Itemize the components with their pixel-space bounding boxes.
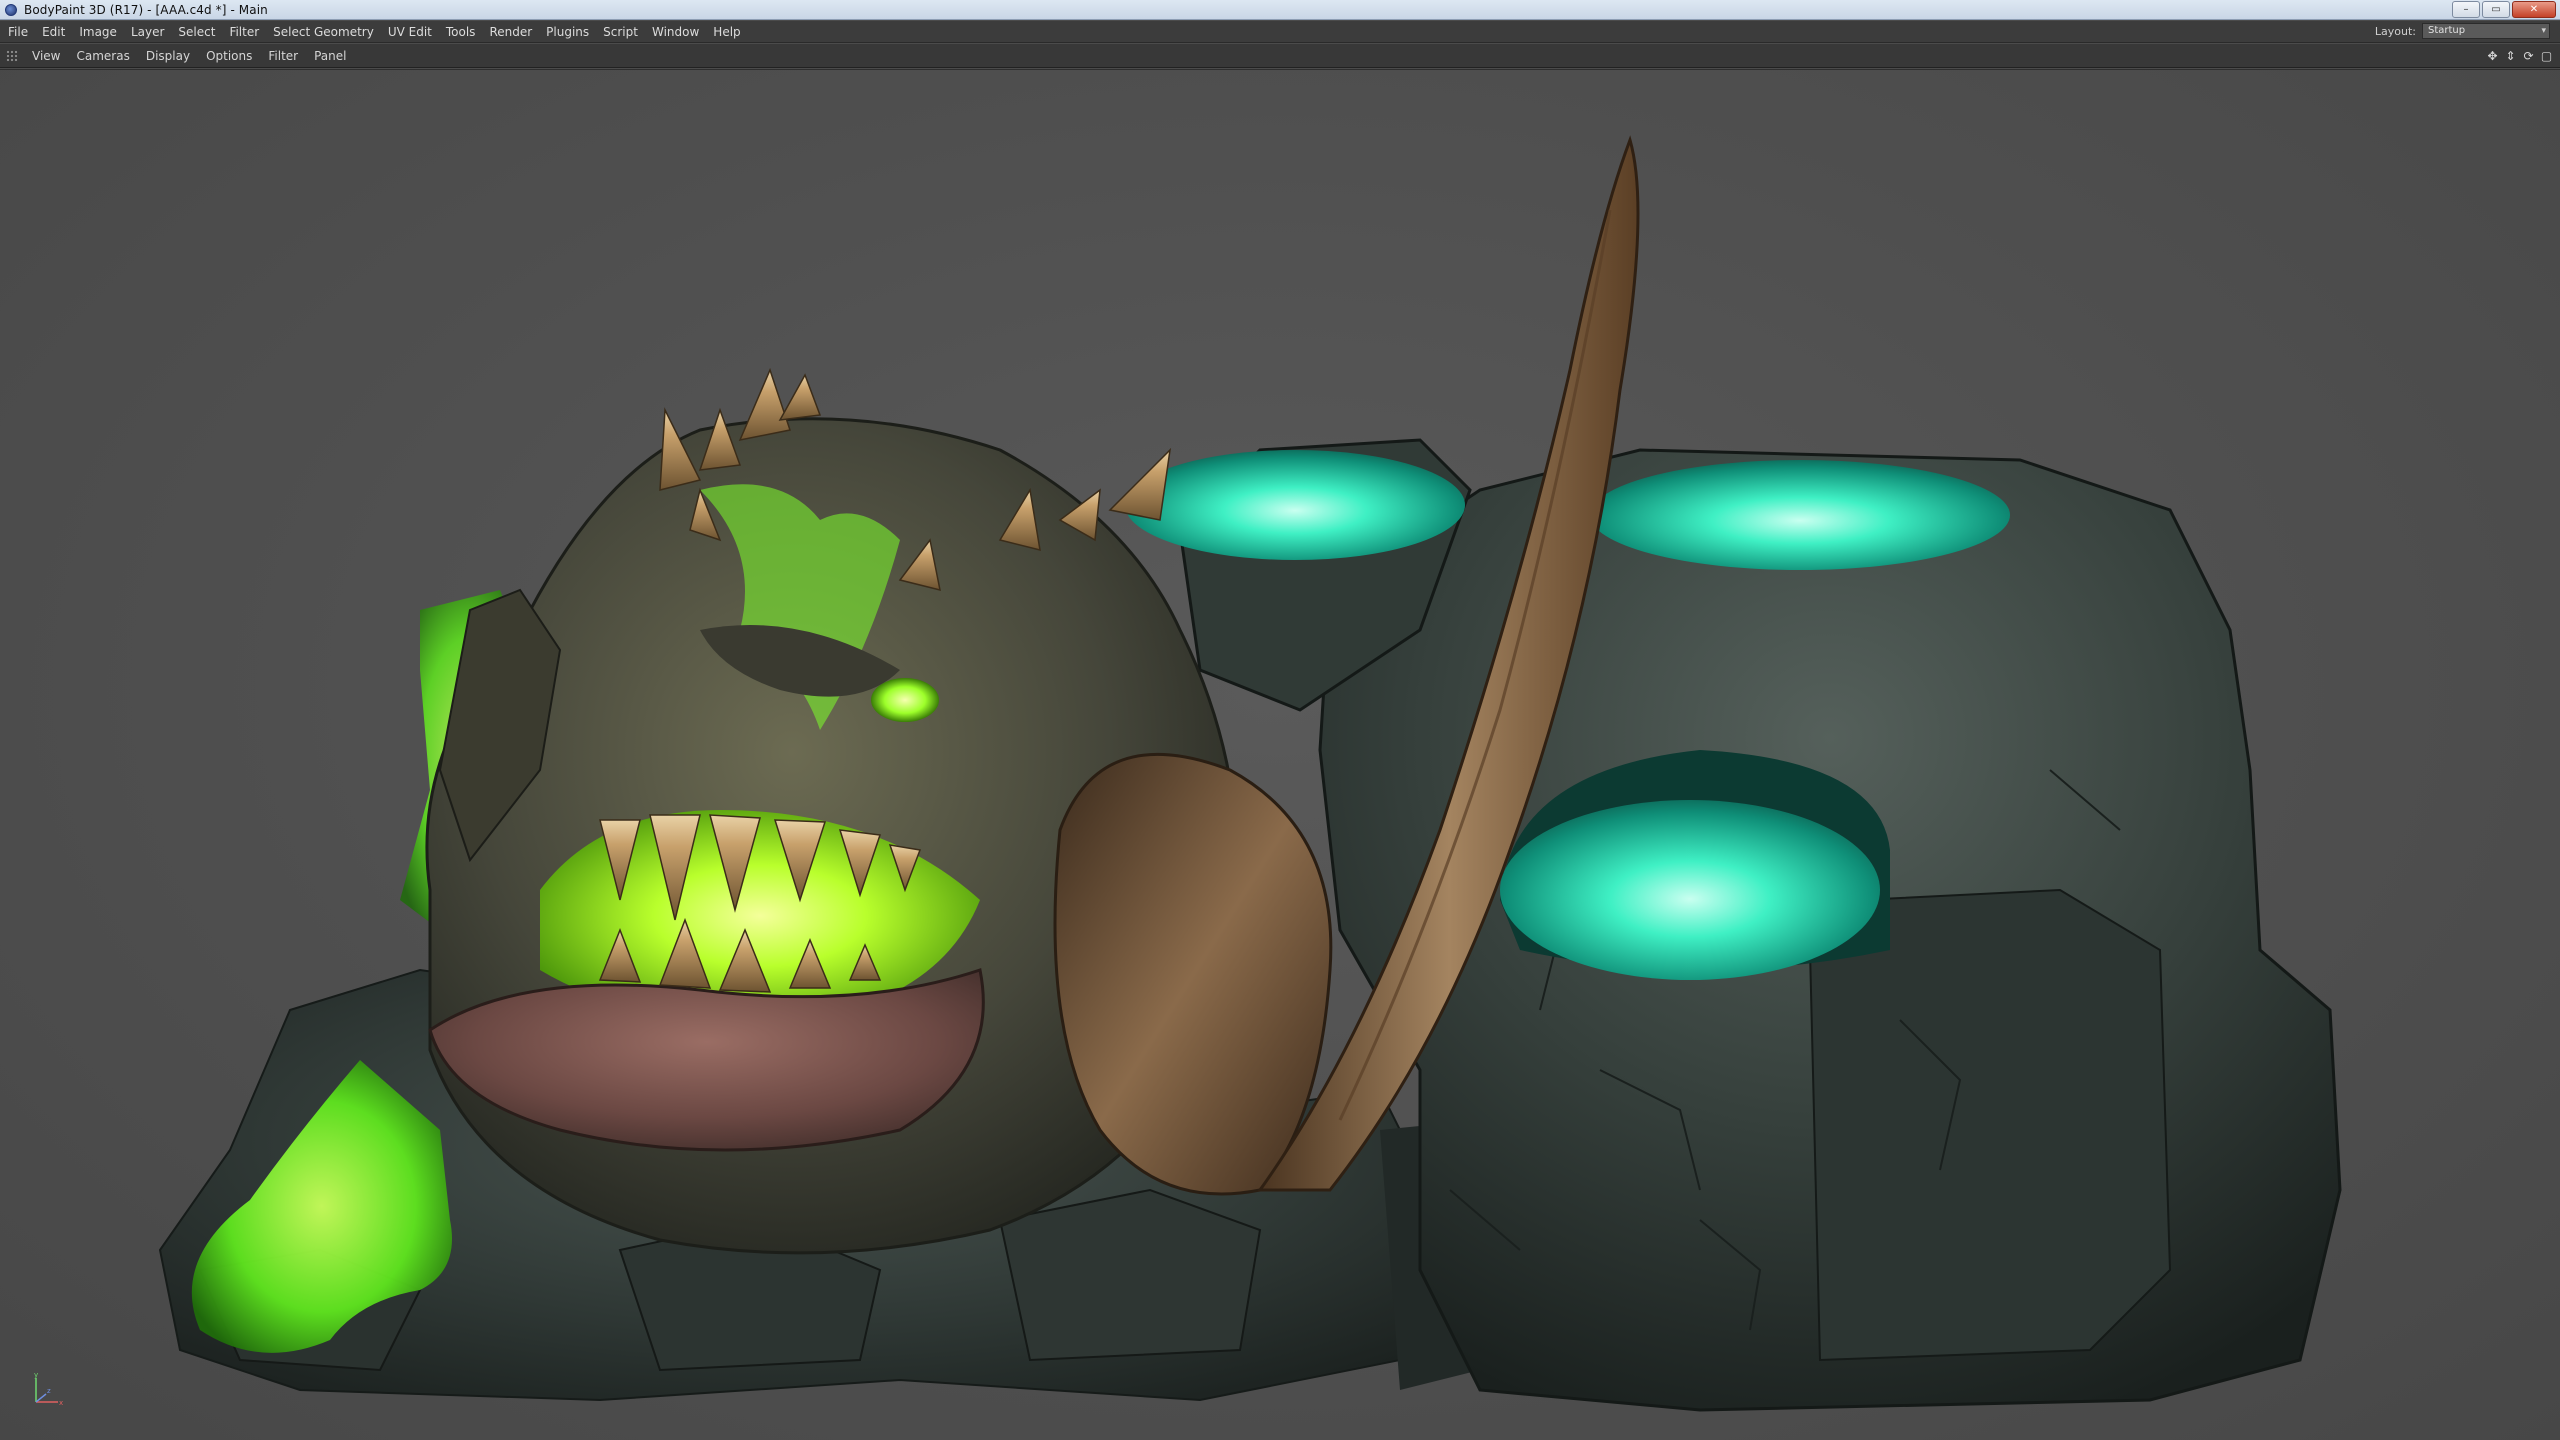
layout-label: Layout: [2374, 24, 2416, 38]
menu-plugins[interactable]: Plugins [539, 21, 596, 43]
axis-z-label: z [47, 1387, 51, 1395]
close-button[interactable]: ✕ [2512, 1, 2556, 18]
pool-back-left [1125, 450, 1465, 560]
axis-x-label: x [59, 1399, 63, 1407]
app-window: BodyPaint 3D (R17) - [AAA.c4d *] - Main … [0, 0, 2560, 1440]
scene-render [158, 135, 2342, 1412]
title-bar: BodyPaint 3D (R17) - [AAA.c4d *] - Main … [0, 0, 2560, 20]
menu-file[interactable]: File [0, 21, 35, 43]
maximize-button[interactable]: ▭ [2482, 1, 2510, 18]
maximize-view-icon[interactable]: ▢ [2539, 48, 2554, 63]
rotate-icon[interactable]: ⟳ [2521, 48, 2536, 63]
menu-select-geometry[interactable]: Select Geometry [266, 21, 381, 43]
3d-viewport[interactable]: y x z [0, 69, 2560, 1440]
menu-script[interactable]: Script [596, 21, 645, 43]
window-controls: – ▭ ✕ [2452, 1, 2556, 18]
viewport-menu-options[interactable]: Options [198, 44, 260, 68]
minimize-button[interactable]: – [2452, 1, 2480, 18]
menu-edit[interactable]: Edit [35, 21, 72, 43]
menu-render[interactable]: Render [482, 21, 539, 43]
panel-grip-icon[interactable] [6, 49, 18, 62]
layout-switcher: Layout: Startup ▾ [2375, 23, 2550, 39]
menu-window[interactable]: Window [645, 21, 706, 43]
move-icon[interactable]: ✥ [2485, 48, 2500, 63]
menu-layer[interactable]: Layer [124, 21, 171, 43]
layout-value: Startup [2428, 25, 2466, 36]
main-menu-bar: File Edit Image Layer Select Filter Sele… [0, 21, 2560, 43]
menu-image[interactable]: Image [72, 21, 124, 43]
viewport-menu-view[interactable]: View [24, 44, 68, 68]
layout-dropdown[interactable]: Startup ▾ [2422, 23, 2550, 39]
menu-help[interactable]: Help [706, 21, 747, 43]
zoom-icon[interactable]: ⇕ [2503, 48, 2518, 63]
chevron-down-icon: ▾ [2541, 26, 2546, 36]
window-title: BodyPaint 3D (R17) - [AAA.c4d *] - Main [24, 2, 268, 17]
menu-uv-edit[interactable]: UV Edit [381, 21, 439, 43]
menu-select[interactable]: Select [171, 21, 222, 43]
pool-front [1500, 800, 1880, 980]
axis-y-label: y [34, 1371, 38, 1379]
viewport-nav-icons: ✥ ⇕ ⟳ ▢ [2485, 48, 2554, 63]
viewport-menu-panel[interactable]: Panel [306, 44, 354, 68]
app-logo-icon [5, 3, 17, 16]
pool-back-right [1590, 460, 2010, 570]
axis-gizmo: y x z [34, 1371, 63, 1407]
menu-tools[interactable]: Tools [439, 21, 483, 43]
viewport-menu-bar: View Cameras Display Options Filter Pane… [0, 44, 2560, 68]
menu-filter[interactable]: Filter [222, 21, 266, 43]
viewport-menu-cameras[interactable]: Cameras [68, 44, 137, 68]
monster-eye [871, 678, 939, 722]
viewport-menu-filter[interactable]: Filter [260, 44, 306, 68]
viewport-menu-display[interactable]: Display [138, 44, 198, 68]
